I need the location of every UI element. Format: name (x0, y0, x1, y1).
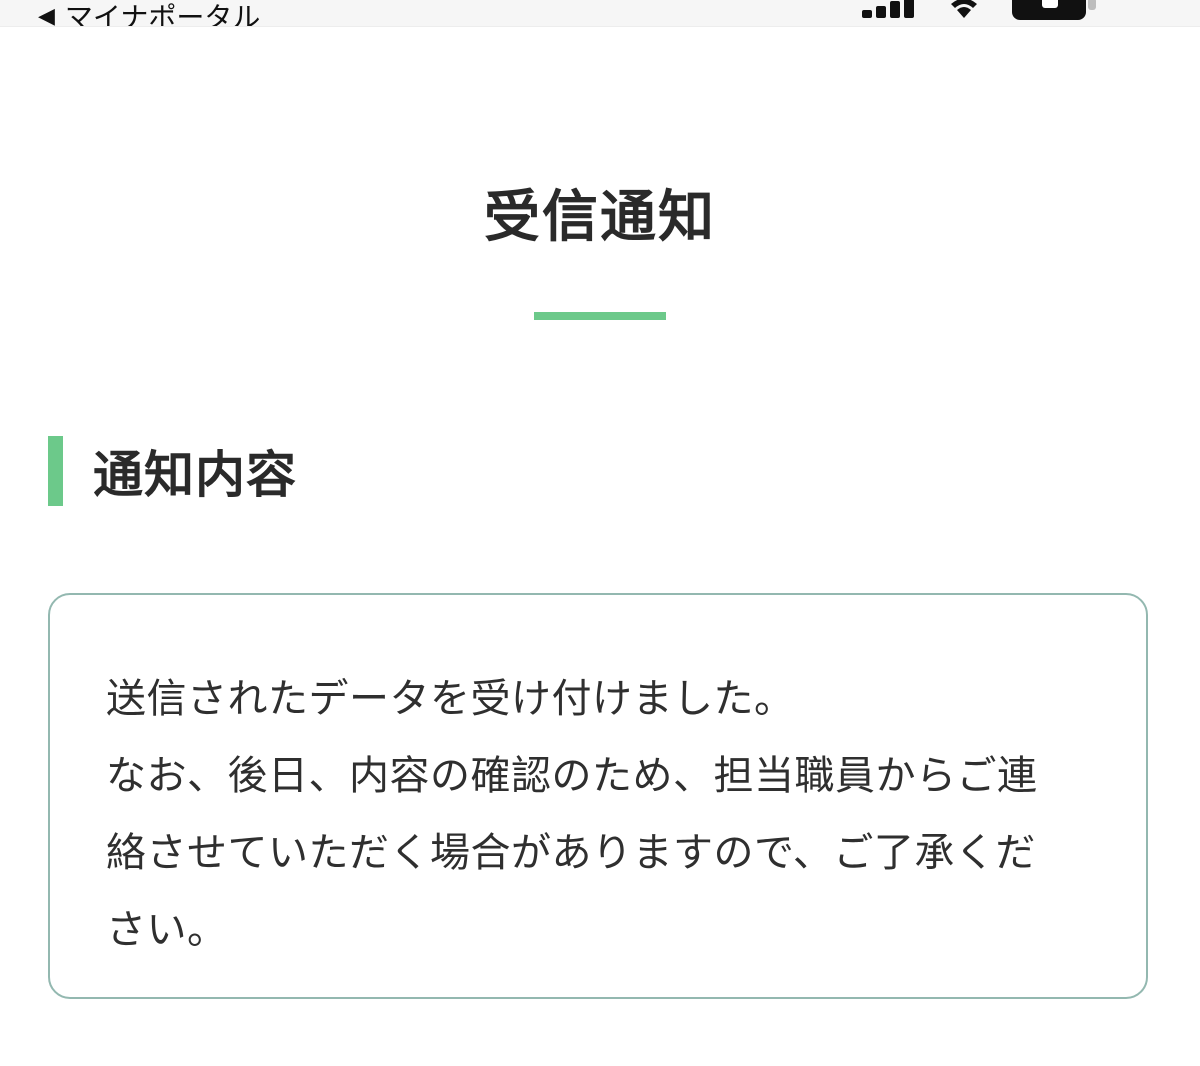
notice-line: 絡させていただく場合がありますので、ご了承くだ (106, 830, 1036, 876)
back-link-label: マイナポータル (64, 1, 261, 27)
cellular-signal-icon (862, 0, 914, 18)
title-underline (534, 312, 666, 320)
page-title: 受信通知 (484, 185, 716, 250)
notice-line: なお、後日、内容の確認のため、担当職員からご連 (106, 753, 1038, 799)
section-heading-text: 通知内容 (93, 446, 297, 504)
notice-box: 送信されたデータを受け付けました。 なお、後日、内容の確認のため、担当職員からご… (48, 593, 1148, 999)
section-heading: 通知内容 (48, 436, 297, 506)
back-to-app-link[interactable]: ◀ マイナポータル (38, 0, 261, 27)
status-bar: ◀ マイナポータル (0, 0, 1200, 27)
wifi-icon (951, 0, 977, 18)
notice-line: さい。 (106, 907, 228, 953)
back-triangle-icon: ◀ (38, 3, 55, 27)
section-heading-bar (48, 436, 63, 506)
battery-icon (1012, 0, 1096, 20)
notice-line: 送信されたデータを受け付けました。 (106, 676, 795, 722)
notice-message: 送信されたデータを受け付けました。 なお、後日、内容の確認のため、担当職員からご… (106, 661, 1106, 969)
